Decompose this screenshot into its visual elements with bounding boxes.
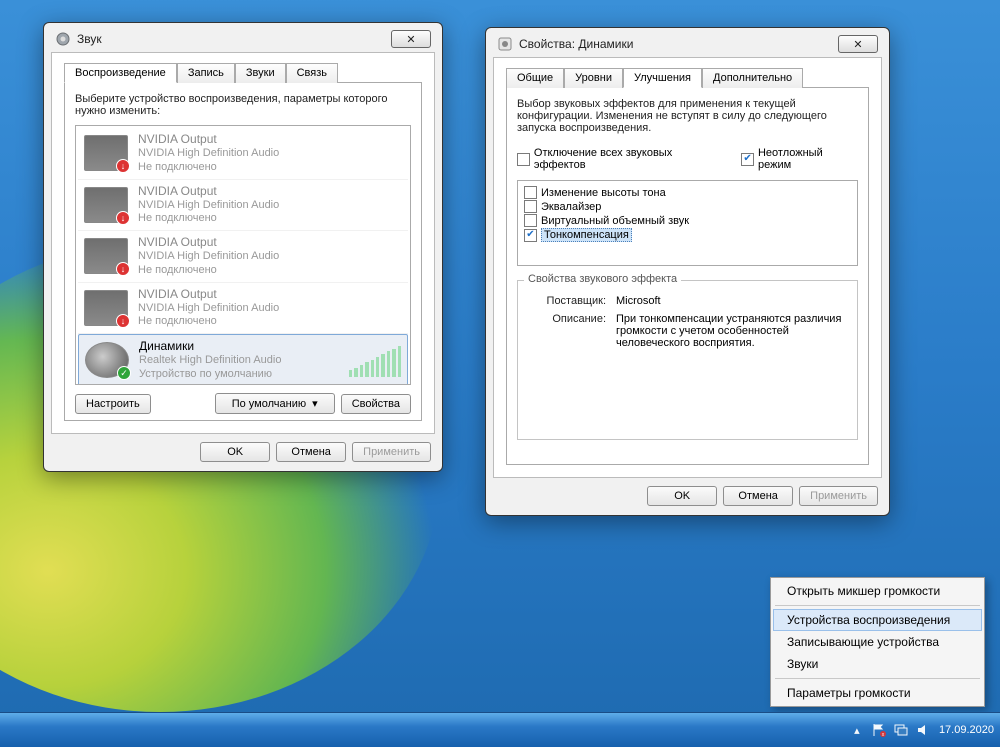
device-subtitle: NVIDIA High Definition Audio <box>138 147 279 161</box>
tray-context-menu: Открыть микшер громкости Устройства воспр… <box>770 577 985 707</box>
menu-separator <box>775 678 980 679</box>
instruction-text: Выберите устройство воспроизведения, пар… <box>75 93 411 117</box>
level-meter-icon <box>349 343 401 377</box>
window-title: Свойства: Динамики <box>519 37 633 51</box>
monitor-device-icon: ↓ <box>84 187 128 223</box>
monitor-device-icon: ↓ <box>84 135 128 171</box>
monitor-device-icon: ↓ <box>84 238 128 274</box>
enhancement-label: Тонкомпенсация <box>541 228 632 242</box>
cancel-button[interactable]: Отмена <box>276 442 346 462</box>
device-status: Не подключено <box>138 161 279 175</box>
checkbox-icon <box>524 214 537 227</box>
device-name: NVIDIA Output <box>138 287 279 302</box>
device-name: NVIDIA Output <box>138 132 279 147</box>
enhancement-label: Изменение высоты тона <box>541 187 666 199</box>
checkbox-icon <box>524 186 537 199</box>
desc-value: При тонкомпенсации устраняются различия … <box>616 313 849 349</box>
device-row[interactable]: ↓ NVIDIA OutputNVIDIA High Definition Aud… <box>78 128 408 180</box>
device-status: Не подключено <box>138 212 279 226</box>
volume-icon[interactable] <box>915 722 931 738</box>
apply-button: Применить <box>352 442 431 462</box>
context-menu-item[interactable]: Звуки <box>773 653 982 675</box>
tab-strip: ОбщиеУровниУлучшенияДополнительно <box>506 68 869 88</box>
enhancement-label: Эквалайзер <box>541 201 601 213</box>
configure-button[interactable]: Настроить <box>75 394 151 414</box>
properties-button[interactable]: Свойства <box>341 394 411 414</box>
checkbox-icon: ✔ <box>741 153 754 166</box>
flag-icon[interactable]: x <box>871 722 887 738</box>
close-button[interactable]: ✕ <box>391 30 431 48</box>
sound-window: Звук ✕ ВоспроизведениеЗаписьЗвукиСвязь В… <box>43 22 443 472</box>
device-subtitle: NVIDIA High Definition Audio <box>138 250 279 264</box>
device-name: NVIDIA Output <box>138 184 279 199</box>
apply-button: Применить <box>799 486 878 506</box>
network-icon[interactable] <box>893 722 909 738</box>
enhancement-item[interactable]: Виртуальный объемный звук <box>524 214 851 227</box>
device-list[interactable]: ↓NVIDIA OutputNVIDIA High Definition Aud… <box>75 125 411 385</box>
tab-Запись[interactable]: Запись <box>177 63 235 83</box>
close-button[interactable]: ✕ <box>838 35 878 53</box>
device-status: Не подключено <box>138 264 279 278</box>
menu-separator <box>775 605 980 606</box>
monitor-device-icon: ↓ <box>84 290 128 326</box>
window-title: Звук <box>77 32 102 46</box>
enhancements-list[interactable]: Изменение высоты тона Эквалайзер Виртуальн… <box>517 180 858 266</box>
enhancement-label: Виртуальный объемный звук <box>541 215 689 227</box>
system-tray: ▴ x <box>849 722 931 738</box>
vendor-value: Microsoft <box>616 295 849 307</box>
titlebar[interactable]: Свойства: Динамики ✕ <box>493 35 882 57</box>
device-name: Динамики <box>139 339 281 354</box>
context-menu-item[interactable]: Устройства воспроизведения <box>773 609 982 631</box>
device-row[interactable]: ✓ ДинамикиRealtek High Definition AudioУс… <box>78 334 408 385</box>
tab-Дополнительно[interactable]: Дополнительно <box>702 68 803 88</box>
tab-Уровни[interactable]: Уровни <box>564 68 623 88</box>
device-subtitle: NVIDIA High Definition Audio <box>138 302 279 316</box>
device-row[interactable]: ↓ NVIDIA OutputNVIDIA High Definition Aud… <box>78 180 408 232</box>
tab-strip: ВоспроизведениеЗаписьЗвукиСвязь <box>64 63 422 83</box>
ok-button[interactable]: OK <box>200 442 270 462</box>
context-menu-item[interactable]: Записывающие устройства <box>773 631 982 653</box>
tab-Звуки[interactable]: Звуки <box>235 63 286 83</box>
device-subtitle: Realtek High Definition Audio <box>139 354 281 368</box>
tray-chevron-icon[interactable]: ▴ <box>849 722 865 738</box>
checkbox-icon <box>517 153 530 166</box>
desc-label: Описание: <box>526 313 606 349</box>
device-status: Устройство по умолчанию <box>139 368 281 382</box>
set-default-button[interactable]: По умолчанию ▾ <box>215 393 335 414</box>
device-status: Не подключено <box>138 315 279 329</box>
checkbox-icon: ✔ <box>524 229 537 242</box>
enhancement-item[interactable]: Эквалайзер <box>524 200 851 213</box>
chevron-down-icon: ▾ <box>312 397 318 410</box>
properties-window: Свойства: Динамики ✕ ОбщиеУровниУлучшени… <box>485 27 890 516</box>
speaker-device-icon: ✓ <box>85 342 129 378</box>
ok-button[interactable]: OK <box>647 486 717 506</box>
enhancement-item[interactable]: Изменение высоты тона <box>524 186 851 199</box>
effect-group-title: Свойства звукового эффекта <box>524 273 681 285</box>
taskbar-date: 17.09.2020 <box>939 724 994 737</box>
context-menu-item[interactable]: Открыть микшер громкости <box>773 580 982 602</box>
tab-Улучшения[interactable]: Улучшения <box>623 68 702 88</box>
urgent-mode-checkbox[interactable]: ✔ Неотложный режим <box>741 147 858 171</box>
sound-icon <box>55 31 71 47</box>
tab-Общие[interactable]: Общие <box>506 68 564 88</box>
device-row[interactable]: ↓ NVIDIA OutputNVIDIA High Definition Aud… <box>78 283 408 335</box>
vendor-label: Поставщик: <box>526 295 606 307</box>
device-subtitle: NVIDIA High Definition Audio <box>138 199 279 213</box>
context-menu-item[interactable]: Параметры громкости <box>773 682 982 704</box>
taskbar-clock[interactable]: 17.09.2020 <box>939 724 994 737</box>
titlebar[interactable]: Звук ✕ <box>51 30 435 52</box>
taskbar: ▴ x 17.09.2020 <box>0 712 1000 747</box>
speaker-icon <box>497 36 513 52</box>
enhancement-item[interactable]: ✔ Тонкомпенсация <box>524 228 851 242</box>
checkbox-icon <box>524 200 537 213</box>
intro-text: Выбор звуковых эффектов для применения к… <box>517 98 858 134</box>
cancel-button[interactable]: Отмена <box>723 486 793 506</box>
disable-all-checkbox[interactable]: Отключение всех звуковых эффектов <box>517 147 725 171</box>
tab-Связь[interactable]: Связь <box>286 63 338 83</box>
device-row[interactable]: ↓ NVIDIA OutputNVIDIA High Definition Aud… <box>78 231 408 283</box>
tab-Воспроизведение[interactable]: Воспроизведение <box>64 63 177 83</box>
device-name: NVIDIA Output <box>138 235 279 250</box>
